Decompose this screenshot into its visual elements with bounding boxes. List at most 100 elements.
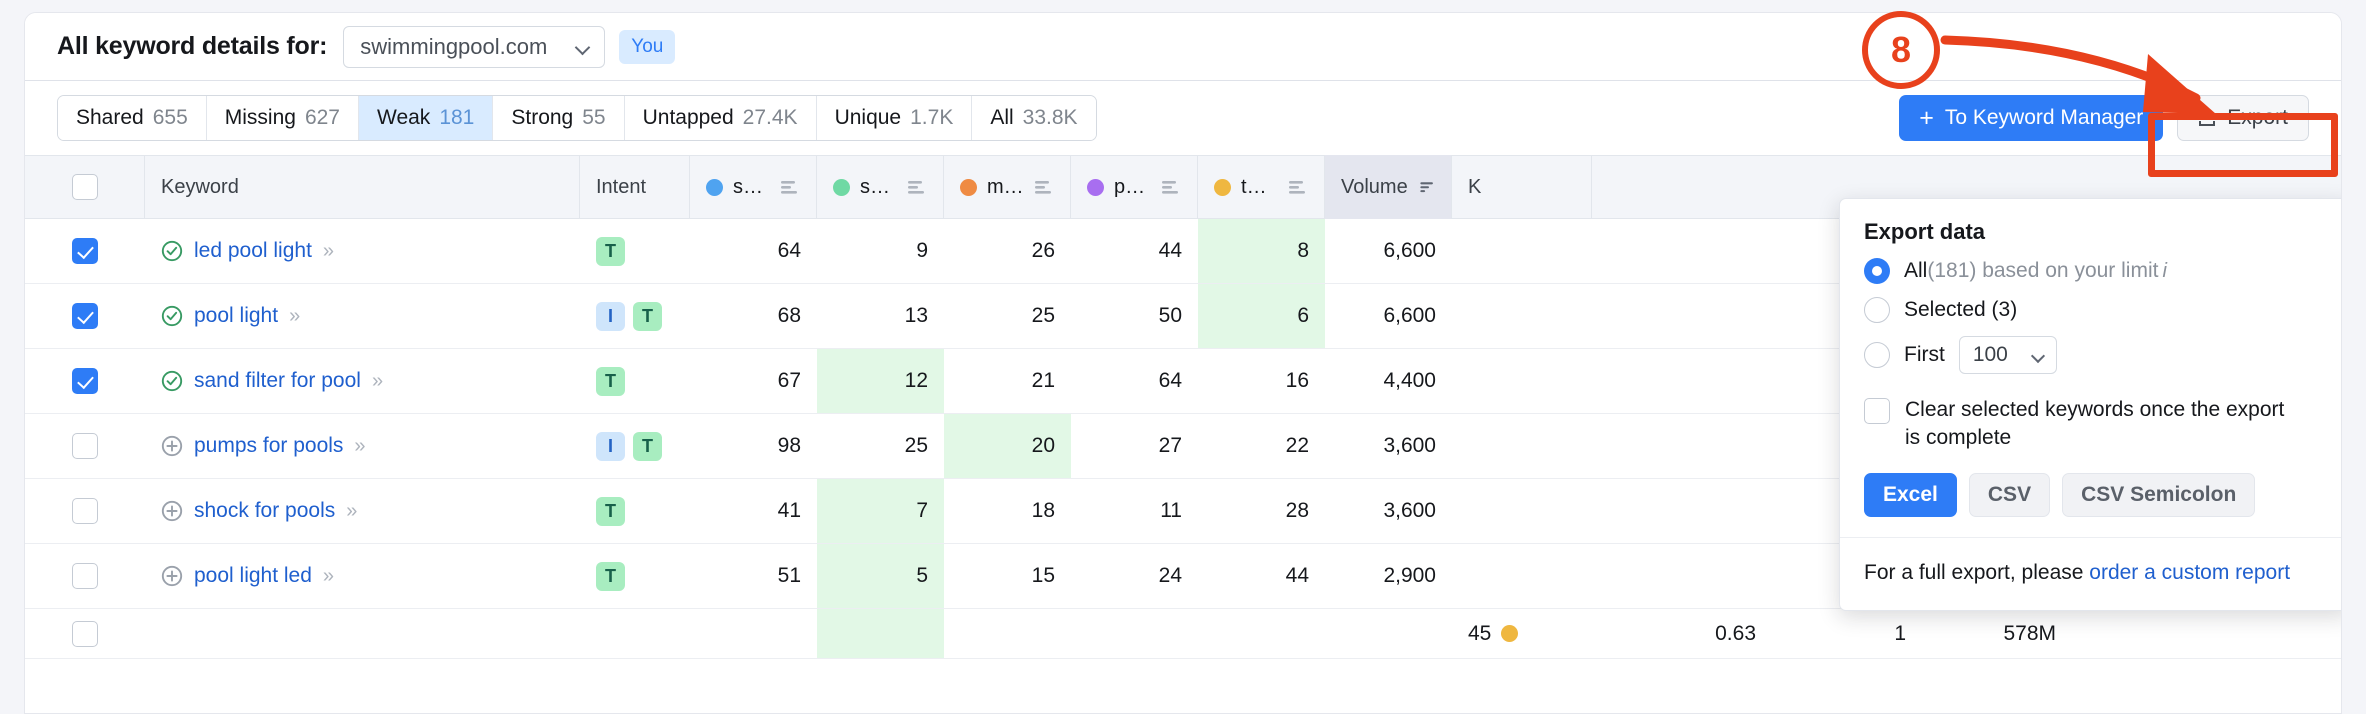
radio-all[interactable] xyxy=(1864,258,1890,284)
app-root: All keyword details for: swimmingpool.co… xyxy=(0,0,2366,714)
column-header-label: swimuniv... xyxy=(860,175,895,198)
row-select-cell[interactable] xyxy=(25,479,145,543)
export-option-all[interactable]: All(181) based on your limit i xyxy=(1864,258,2326,284)
to-keyword-manager-button[interactable]: + To Keyword Manager xyxy=(1899,95,2164,141)
keyword-expand-icon[interactable]: » xyxy=(354,435,365,458)
row-select-cell[interactable] xyxy=(25,349,145,413)
info-icon[interactable]: i xyxy=(2162,260,2166,282)
row-select-cell[interactable] xyxy=(25,219,145,283)
keyword-cell: pool light » xyxy=(145,284,580,348)
clear-selected-label: Clear selected keywords once the export … xyxy=(1905,398,2285,450)
domain-position-cell: 6 xyxy=(1198,284,1325,348)
filter-tab-untapped[interactable]: Untapped 27.4K xyxy=(624,96,817,140)
keyword-expand-icon[interactable]: » xyxy=(372,370,383,393)
clear-selected-row[interactable]: Clear selected keywords once the export … xyxy=(1864,396,2326,453)
keyword-added-check-icon[interactable] xyxy=(161,370,183,392)
keyword-expand-icon[interactable]: » xyxy=(323,565,334,588)
select-all-checkbox[interactable] xyxy=(71,174,98,200)
filter-tab-shared[interactable]: Shared 655 xyxy=(58,96,207,140)
cpc-cell: 0.63 xyxy=(1592,609,1772,658)
export-option-first[interactable]: First 100 xyxy=(1864,336,2326,374)
filter-tab-unique[interactable]: Unique 1.7K xyxy=(816,96,973,140)
keyword-link[interactable]: pool light led xyxy=(194,564,312,588)
order-custom-report-link[interactable]: order a custom report xyxy=(2089,561,2290,584)
column-header-d4[interactable]: poolrese... xyxy=(1071,155,1198,219)
column-header-keyword[interactable]: Keyword xyxy=(145,155,580,219)
keyword-add-plus-icon[interactable] xyxy=(161,435,183,457)
cell-value: 28 xyxy=(1285,499,1309,522)
filter-tab-missing[interactable]: Missing 627 xyxy=(206,96,359,140)
column-header-d3[interactable]: mrpoolm... xyxy=(944,155,1071,219)
filter-tab-count: 181 xyxy=(439,106,475,129)
export-button-label: Export xyxy=(2227,106,2288,129)
cell-value: 6,600 xyxy=(1383,304,1436,327)
keyword-expand-icon[interactable]: » xyxy=(289,305,300,328)
cell-value: 27 xyxy=(1158,434,1182,457)
cell-value: 64 xyxy=(777,239,801,262)
export-option-selected[interactable]: Selected (3) xyxy=(1864,297,2326,323)
kd-status-dot xyxy=(1501,625,1519,642)
column-header-label: swimmin... xyxy=(733,175,768,198)
row-checkbox[interactable] xyxy=(72,368,98,394)
domain-cell xyxy=(817,609,944,658)
keyword-link[interactable]: sand filter for pool xyxy=(194,369,361,393)
row-checkbox[interactable] xyxy=(72,563,98,589)
row-checkbox[interactable] xyxy=(72,620,98,647)
com-value: 1 xyxy=(1894,621,1906,645)
domain-position-cell: 20 xyxy=(944,414,1071,478)
keyword-link[interactable]: pool light xyxy=(194,304,278,328)
export-upload-icon xyxy=(2198,108,2216,128)
select-all-header[interactable] xyxy=(25,155,145,219)
row-checkbox[interactable] xyxy=(72,303,98,329)
keyword-add-plus-icon[interactable] xyxy=(161,500,183,522)
export-button[interactable]: Export xyxy=(2177,95,2309,141)
row-select-cell[interactable] xyxy=(25,609,145,658)
cell-value: 26 xyxy=(1031,239,1055,262)
column-header-intent[interactable]: Intent xyxy=(580,155,690,219)
radio-first[interactable] xyxy=(1864,342,1890,368)
column-header-d2[interactable]: swimuniv... xyxy=(817,155,944,219)
keyword-link[interactable]: led pool light xyxy=(194,239,312,263)
export-format-csv-button[interactable]: CSV xyxy=(1968,472,2051,517)
cell-value: 2,900 xyxy=(1383,564,1436,587)
domain-cell xyxy=(944,609,1071,658)
domain-position-cell: 13 xyxy=(817,284,944,348)
filter-tab-all[interactable]: All 33.8K xyxy=(972,96,1096,140)
column-header-d5[interactable]: thepoolf... xyxy=(1198,155,1325,219)
keyword-link[interactable]: pumps for pools xyxy=(194,434,343,458)
column-header-label: K xyxy=(1468,175,1482,198)
keyword-add-plus-icon[interactable] xyxy=(161,565,183,587)
row-checkbox[interactable] xyxy=(72,238,98,264)
cell-value: 4,400 xyxy=(1383,369,1436,392)
clear-selected-checkbox[interactable] xyxy=(1864,398,1890,424)
radio-selected[interactable] xyxy=(1864,297,1890,323)
keyword-added-check-icon[interactable] xyxy=(161,305,183,327)
keyword-link[interactable]: shock for pools xyxy=(194,499,335,523)
filter-tab-weak[interactable]: Weak 181 xyxy=(359,96,494,140)
domain-select[interactable]: swimmingpool.com xyxy=(343,25,606,68)
column-header-volume[interactable]: Volume xyxy=(1325,155,1452,219)
keyword-expand-icon[interactable]: » xyxy=(346,500,357,523)
cell-value: 67 xyxy=(777,369,801,392)
column-header-kd[interactable]: K xyxy=(1452,155,1592,219)
cell-value: 12 xyxy=(904,369,928,392)
intent-cell: T xyxy=(580,479,690,543)
table-row[interactable]: 45 0.63 1 578M xyxy=(25,609,2341,659)
domain-color-dot xyxy=(833,178,850,196)
column-header-d1[interactable]: swimmin... xyxy=(690,155,817,219)
domain-position-cell: 21 xyxy=(944,349,1071,413)
cell-value: 7 xyxy=(916,499,928,522)
keyword-expand-icon[interactable]: » xyxy=(323,240,334,263)
export-format-csv-semicolon-button[interactable]: CSV Semicolon xyxy=(2062,472,2256,517)
row-select-cell[interactable] xyxy=(25,544,145,608)
row-select-cell[interactable] xyxy=(25,414,145,478)
first-amount-select[interactable]: 100 xyxy=(1958,336,2057,374)
cell-value: 24 xyxy=(1158,564,1182,587)
row-checkbox[interactable] xyxy=(72,433,98,459)
export-format-excel-button[interactable]: Excel xyxy=(1864,472,1957,517)
keyword-added-check-icon[interactable] xyxy=(161,240,183,262)
column-header-label: poolrese... xyxy=(1114,175,1149,198)
row-select-cell[interactable] xyxy=(25,284,145,348)
row-checkbox[interactable] xyxy=(72,498,98,524)
filter-tab-strong[interactable]: Strong 55 xyxy=(493,96,625,140)
